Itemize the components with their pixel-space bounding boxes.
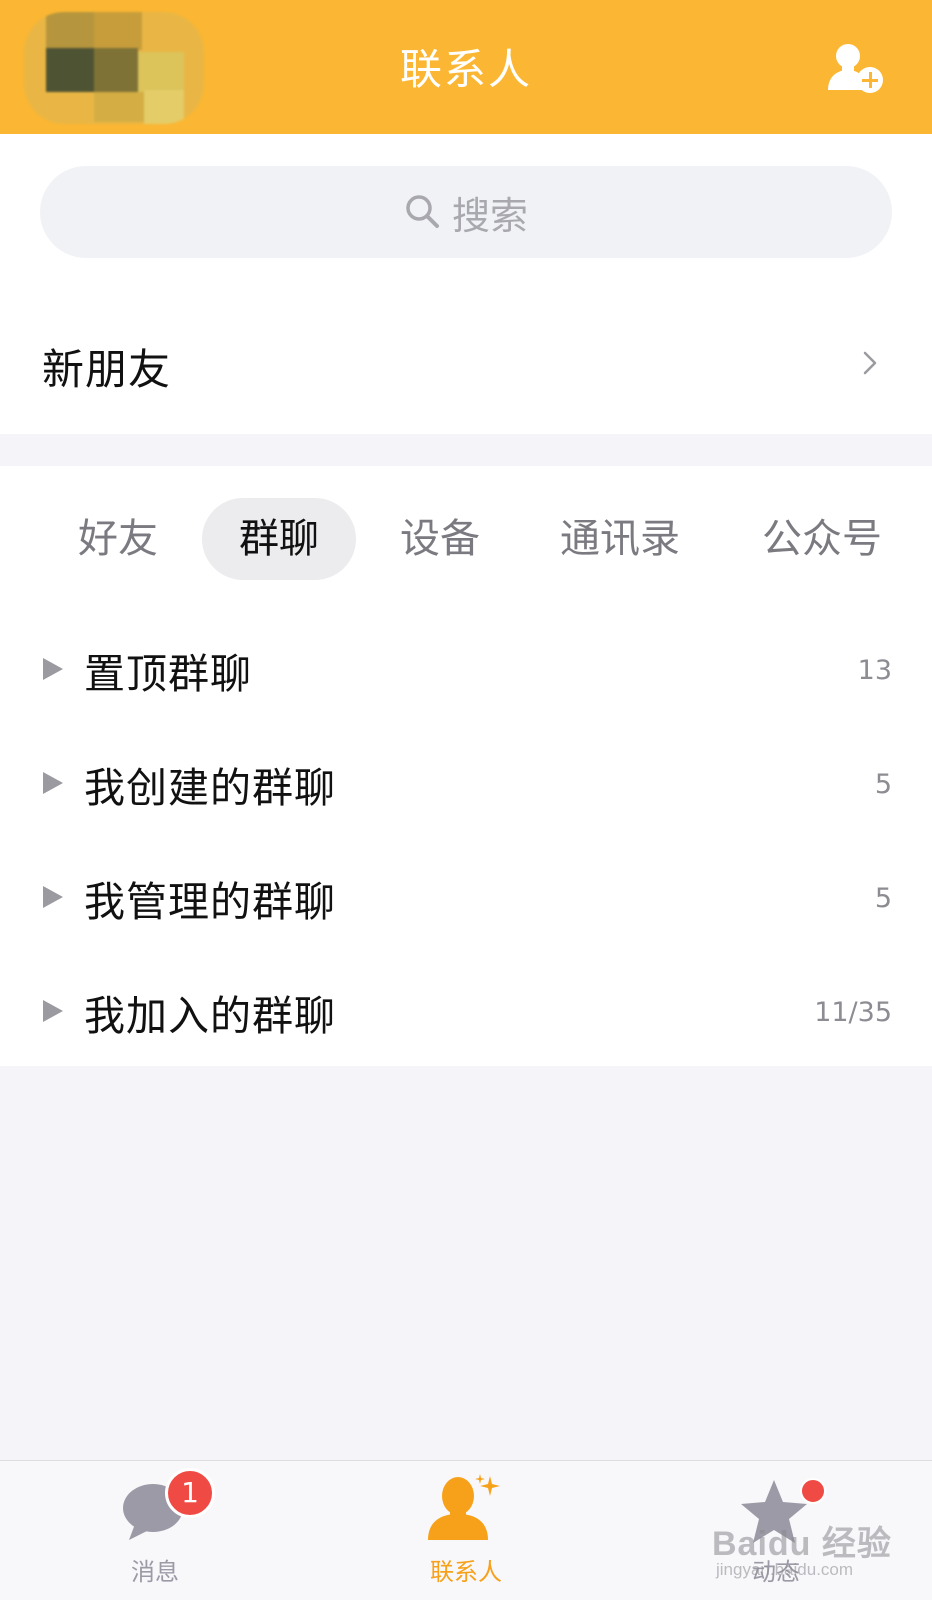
new-friends-label: 新朋友 [42,345,172,394]
group-section-managed[interactable]: 我管理的群聊 5 [0,846,932,946]
contact-person-icon [428,1474,500,1540]
search-icon [406,195,439,228]
expand-arrow-icon [43,658,63,680]
group-section-joined[interactable]: 我加入的群聊 11/35 [0,960,932,1060]
new-friends-row[interactable]: 新朋友 [0,310,932,420]
unread-badge: 1 [165,1468,215,1518]
tab-group-chats[interactable]: 群聊 [202,498,356,580]
add-contact-button[interactable] [826,42,888,98]
group-section-count: 5 [874,883,892,914]
group-section-label: 置顶群聊 [84,650,252,698]
watermark: Baidu 经验 jingyan.baidu.com [712,1516,892,1586]
group-section-label: 我创建的群聊 [84,764,336,812]
watermark-main: Baidu 经验 [712,1525,892,1563]
group-section-count: 13 [857,655,892,686]
page-title: 联系人 [399,45,532,94]
search-placeholder: 搜索 [451,193,528,238]
search-input[interactable]: 搜索 [40,166,892,258]
nav-contacts[interactable]: 联系人 [366,1460,566,1600]
tab-friends[interactable]: 好友 [48,498,188,580]
nav-label: 消息 [131,1558,179,1586]
add-contact-icon [828,44,883,93]
group-section-label: 我管理的群聊 [84,878,336,926]
notification-dot [800,1478,826,1504]
expand-arrow-icon [43,1000,63,1022]
tab-official-accounts[interactable]: 公众号 [732,498,912,580]
group-section-pinned[interactable]: 置顶群聊 13 [0,618,932,718]
expand-arrow-icon [43,772,63,794]
group-section-count: 5 [874,769,892,800]
chevron-right-icon [863,351,877,375]
group-section-created[interactable]: 我创建的群聊 5 [0,732,932,832]
nav-messages[interactable]: 消息 1 [55,1460,255,1600]
watermark-sub: jingyan.baidu.com [716,1560,854,1579]
group-section-count: 11/35 [814,997,892,1028]
tab-address-book[interactable]: 通讯录 [530,498,710,580]
tab-devices[interactable]: 设备 [370,498,510,580]
group-section-label: 我加入的群聊 [84,992,336,1040]
nav-label: 联系人 [430,1558,502,1586]
expand-arrow-icon [43,886,63,908]
